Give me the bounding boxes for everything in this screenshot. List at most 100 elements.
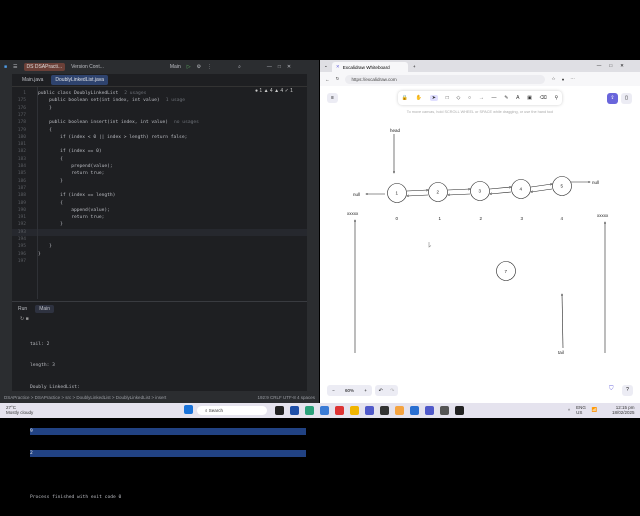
node-index: 4 [561,216,564,221]
prev-arrow [490,191,512,194]
browser-tab[interactable]: ✕ Excalidraw Whiteboard [331,62,408,72]
mouse-cursor-icon [428,242,432,248]
share-button[interactable]: ⇪ [607,93,618,104]
more-icon[interactable]: ⋮ [207,64,212,70]
run-icon[interactable]: ▷ [187,64,191,70]
prev-arrow [531,188,553,192]
status-info[interactable]: 192:9 CRLF UTF-8 4 spaces [257,395,315,400]
app-icon[interactable] [320,406,329,415]
tab-main-java[interactable]: Main.java [18,75,47,85]
zoom-out-button[interactable]: − [332,388,335,393]
redo-icon[interactable]: ↷ [390,388,394,394]
console-line: length: 3 [30,363,55,369]
debug-icon[interactable]: ⚙ [197,64,201,70]
back-icon[interactable]: ← [325,77,330,82]
app-icon[interactable] [395,406,404,415]
url-field[interactable]: https://excalidraw.com [345,74,546,84]
code-text: } [38,222,63,228]
next-arrow [489,187,511,190]
tool-button[interactable]: ◇ [456,95,460,101]
code-line: 180 if (index < 0 || index > length) ret… [12,134,307,141]
maximize-icon[interactable]: □ [278,64,281,70]
system-tray[interactable]: ^ ENG US 📶 [568,405,598,415]
main-menu-icon[interactable]: ☰ [13,64,17,70]
new-tab-button[interactable]: + [408,64,421,69]
favorite-icon[interactable]: ☆ [551,76,555,82]
next-arrow [406,190,428,192]
zoom-level[interactable]: 60% [345,388,354,393]
minimize-icon[interactable]: — [267,64,272,70]
tool-button[interactable]: → [479,95,484,101]
tool-button[interactable]: ○ [468,95,471,101]
close-icon[interactable]: ✕ [287,64,291,70]
file-explorer-icon[interactable] [350,406,359,415]
undo-icon[interactable]: ↶ [379,388,383,394]
undo-redo: ↶ ↷ [375,385,398,396]
console-output[interactable]: tail: 2 length: 3 Doubly LinkedList: 0 9… [30,326,306,516]
node-index: 2 [480,216,483,221]
menu-button[interactable]: ≡ [327,93,338,103]
run-panel-label: Run [18,306,28,312]
zoom-in-button[interactable]: + [364,388,367,393]
run-config-selector[interactable]: Main [170,64,181,70]
app-icon[interactable] [440,406,449,415]
search-icon[interactable]: ⌕ [238,64,241,70]
tool-button[interactable]: ✋ [416,95,422,101]
code-line: 183 { [12,156,307,163]
rerun-icon[interactable]: ↻ [20,316,24,322]
code-line: 186 } [12,178,307,185]
tool-button[interactable]: ⚲ [554,95,558,101]
weather-widget[interactable]: 27°C Mostly cloudy [6,405,33,415]
start-icon[interactable] [184,405,193,414]
app-icon[interactable] [455,406,464,415]
shield-icon[interactable]: ⛉ [609,386,614,393]
code-line: 188 if (index == length) [12,192,307,199]
shape-toolbar: 🔒 ✋ ➤ □ ◇ ○ → — ✎ A ▣ ⌫ ⚲ [398,91,562,105]
temp-left-label: xxxxx [347,211,359,216]
teams-icon[interactable] [425,406,434,415]
tab-doublylinkedlist-java[interactable]: DoublyLinkedList.java [51,75,109,85]
project-selector[interactable]: DS DSAPracti... [23,63,66,71]
node-value: 2 [437,190,440,195]
refresh-icon[interactable]: ↻ [336,76,340,82]
window-controls[interactable]: —□✕ [597,63,640,69]
tool-button[interactable]: A [516,95,519,101]
code-editor[interactable]: 1 public class DoublyLinkedList 2 usages 17… [12,87,307,299]
taskbar-search[interactable]: ⌕ Search [197,406,267,415]
console-line-selected: 2 [30,450,306,458]
line-number: 184 [17,164,26,169]
tab-actions-icon[interactable]: ⌄ [320,63,332,69]
app-icon[interactable] [380,406,389,415]
stop-icon[interactable]: ■ [26,316,29,322]
browser-menu-icon[interactable]: ⋯ [570,76,575,82]
code-line: 179 { [12,127,307,134]
library-button[interactable]: ▯ [621,93,632,104]
tool-button[interactable]: □ [446,95,449,101]
tool-button[interactable]: — [491,95,496,101]
tool-button[interactable]: ▣ [527,95,532,101]
tool-button[interactable]: ✎ [504,95,508,101]
vcs-selector[interactable]: Version Cont... [71,64,104,70]
breadcrumb[interactable]: DSAPractice > DSAPractice > src > Doubly… [4,395,166,400]
taskview-icon[interactable] [275,406,284,415]
code-line: 193 [12,228,307,236]
tool-button[interactable]: ⌫ [540,95,547,101]
line-number: 180 [17,134,26,140]
tail-label: tail [558,350,564,355]
app-icon[interactable] [410,406,419,415]
tool-button[interactable]: ➤ [429,95,438,101]
teams-icon[interactable] [365,406,374,415]
store-icon[interactable] [290,406,299,415]
intellij-icon[interactable] [335,406,344,415]
profile-icon[interactable]: ● [562,77,565,82]
run-tab-main[interactable]: Main [35,305,55,313]
code-text: return true; [38,171,105,177]
edge-icon[interactable] [305,406,314,415]
tool-button[interactable]: 🔒 [402,95,408,101]
line-number: 189 [17,200,26,206]
help-button[interactable]: ? [622,385,633,396]
usage-hint: no usages [174,120,199,126]
pinned-apps [275,406,464,415]
excalidraw-canvas[interactable]: head null null 1 0 2 1 3 2 4 3 5 4 xxxxx xxxxx ta… [320,116,640,382]
clock[interactable]: 12:15 pm 18/02/2025 [612,405,635,415]
